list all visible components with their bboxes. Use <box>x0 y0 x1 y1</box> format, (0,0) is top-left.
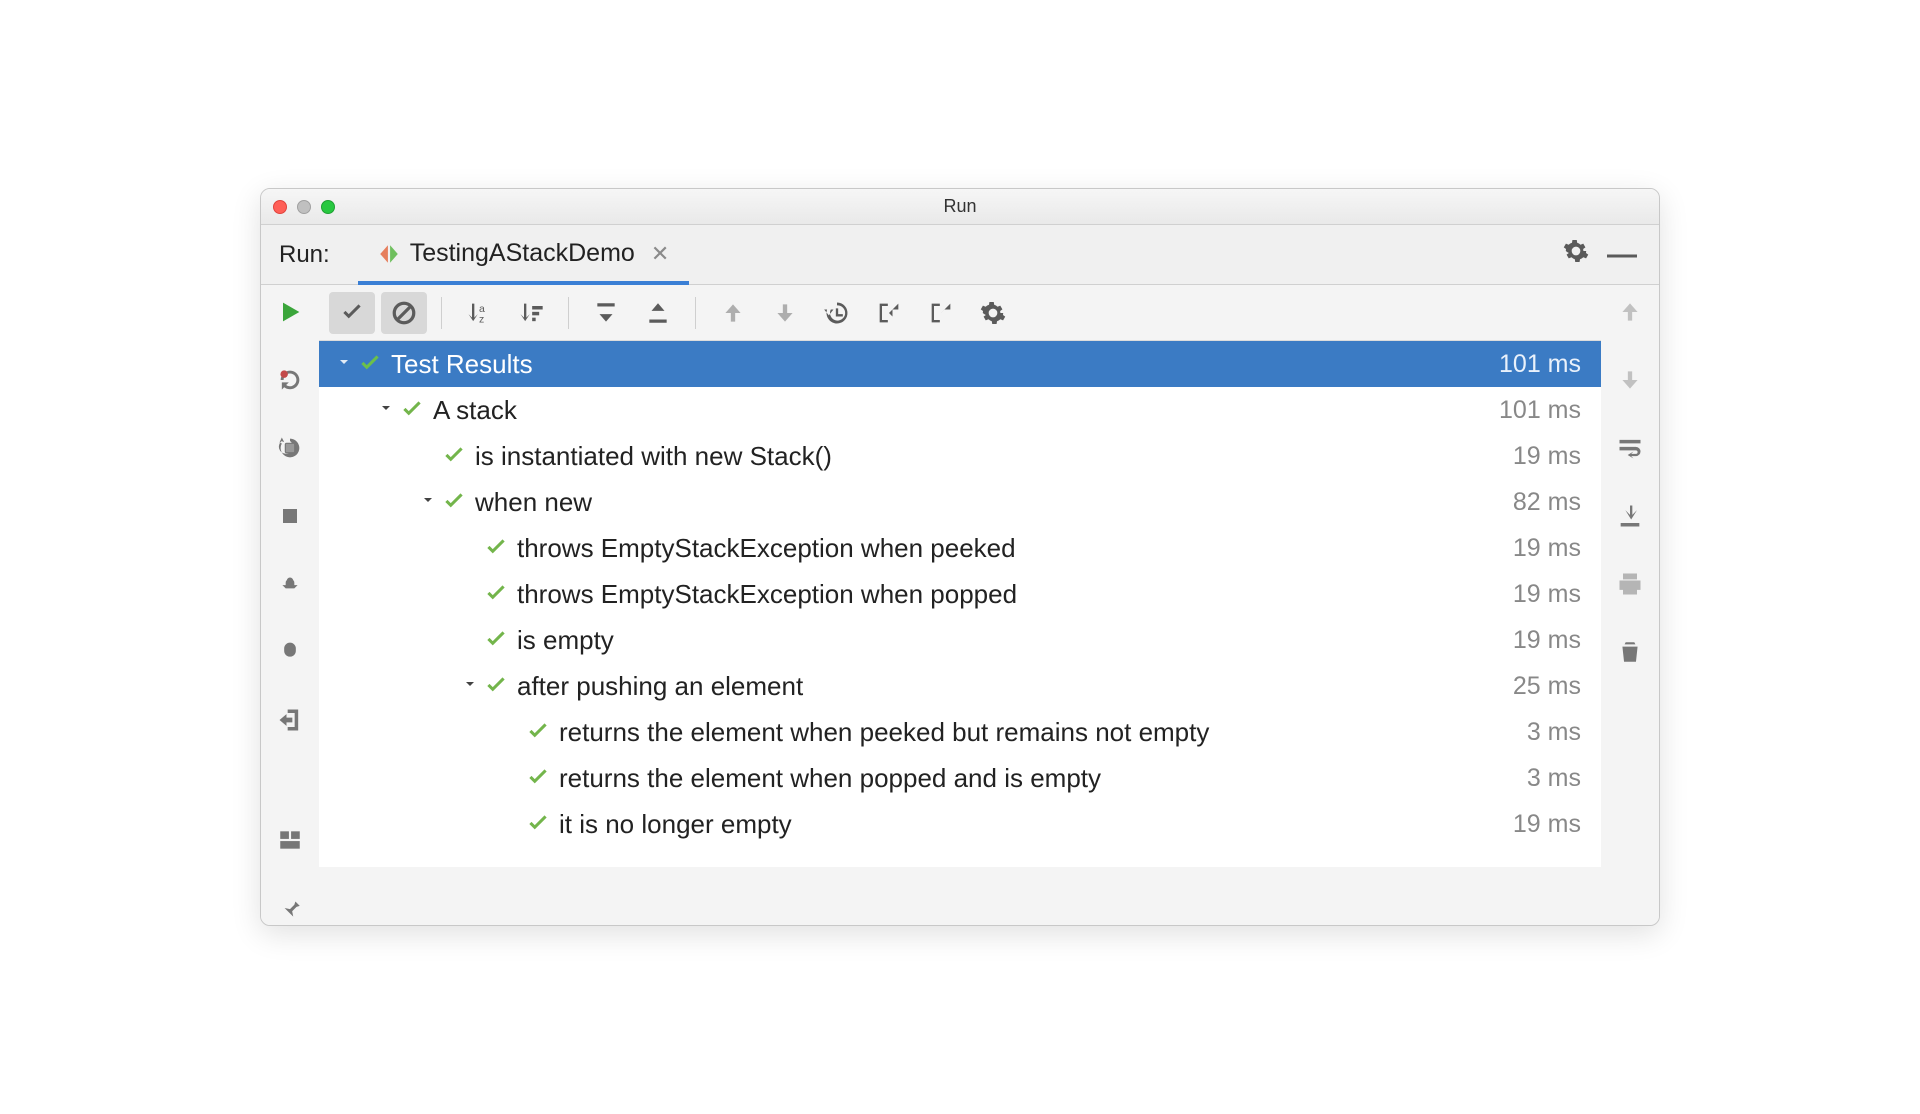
pass-check-icon <box>525 719 551 745</box>
test-node[interactable]: throws EmptyStackException when peeked19… <box>319 525 1601 571</box>
test-node[interactable]: returns the element when peeked but rema… <box>319 709 1601 755</box>
pass-check-icon <box>483 581 509 607</box>
run-header: Run: TestingAStackDemo ✕ — <box>261 225 1659 285</box>
sort-alpha-button[interactable]: az <box>456 292 502 334</box>
test-label: after pushing an element <box>517 671 1513 702</box>
test-node[interactable]: returns the element when popped and is e… <box>319 755 1601 801</box>
soft-wrap-button[interactable] <box>1610 431 1650 465</box>
expand-arrow-icon[interactable] <box>373 400 399 421</box>
minimize-window-button[interactable] <box>297 200 311 214</box>
pass-check-icon <box>357 351 383 377</box>
run-config-tab[interactable]: TestingAStackDemo ✕ <box>358 226 690 285</box>
pass-check-icon <box>441 443 467 469</box>
results-toolbar: az <box>319 285 1601 341</box>
test-label: returns the element when popped and is e… <box>559 763 1527 794</box>
sort-duration-button[interactable] <box>508 292 554 334</box>
run-tool-window: Run Run: TestingAStackDemo ✕ — <box>260 188 1660 926</box>
test-label: returns the element when peeked but rema… <box>559 717 1527 748</box>
pass-check-icon <box>483 535 509 561</box>
test-duration: 19 ms <box>1513 580 1581 609</box>
run-body: az <box>261 285 1659 925</box>
test-label: it is no longer empty <box>559 809 1513 840</box>
test-label: is empty <box>517 625 1513 656</box>
test-duration: 101 ms <box>1499 396 1581 425</box>
show-passed-button[interactable] <box>329 292 375 334</box>
next-failed-button[interactable] <box>762 292 808 334</box>
test-label: Test Results <box>391 349 1499 380</box>
run-config-icon <box>378 243 400 265</box>
zoom-window-button[interactable] <box>321 200 335 214</box>
run-label: Run: <box>279 241 330 269</box>
hide-tool-window-icon[interactable]: — <box>1607 238 1637 272</box>
print-button[interactable] <box>1610 567 1650 601</box>
test-results-tree[interactable]: Test Results101 msA stack101 msis instan… <box>319 341 1601 867</box>
window-titlebar: Run <box>261 189 1659 225</box>
test-duration: 19 ms <box>1513 442 1581 471</box>
test-duration: 82 ms <box>1513 488 1581 517</box>
collapse-all-button[interactable] <box>635 292 681 334</box>
toggle-break-button[interactable] <box>270 363 310 397</box>
test-label: when new <box>475 487 1513 518</box>
test-node[interactable]: when new82 ms <box>319 479 1601 525</box>
pass-check-icon <box>483 673 509 699</box>
test-node[interactable]: after pushing an element25 ms <box>319 663 1601 709</box>
left-toolbar <box>261 285 319 925</box>
test-duration: 19 ms <box>1513 626 1581 655</box>
exit-button[interactable] <box>270 703 310 737</box>
test-runner-settings-button[interactable] <box>970 292 1016 334</box>
test-node[interactable]: it is no longer empty19 ms <box>319 801 1601 847</box>
expand-arrow-icon[interactable] <box>415 492 441 513</box>
test-duration: 19 ms <box>1513 534 1581 563</box>
scroll-up-button[interactable] <box>1610 295 1650 329</box>
dump-threads-button[interactable] <box>270 567 310 601</box>
test-node[interactable]: throws EmptyStackException when popped19… <box>319 571 1601 617</box>
test-duration: 25 ms <box>1513 672 1581 701</box>
clear-all-button[interactable] <box>1610 635 1650 669</box>
test-label: A stack <box>433 395 1499 426</box>
prev-failed-button[interactable] <box>710 292 756 334</box>
test-label: is instantiated with new Stack() <box>475 441 1513 472</box>
run-config-name: TestingAStackDemo <box>410 239 635 268</box>
close-tab-icon[interactable]: ✕ <box>651 241 669 267</box>
test-results-root[interactable]: Test Results101 ms <box>319 341 1601 387</box>
test-duration: 101 ms <box>1499 350 1581 379</box>
svg-text:z: z <box>479 313 484 325</box>
scroll-down-button[interactable] <box>1610 363 1650 397</box>
test-duration: 19 ms <box>1513 810 1581 839</box>
stop-button[interactable] <box>270 499 310 533</box>
test-duration: 3 ms <box>1527 718 1581 747</box>
debug-button[interactable] <box>270 635 310 669</box>
center-panel: az <box>319 285 1601 925</box>
pass-check-icon <box>483 627 509 653</box>
settings-icon[interactable] <box>1563 238 1589 271</box>
expand-arrow-icon[interactable] <box>457 676 483 697</box>
test-label: throws EmptyStackException when popped <box>517 579 1513 610</box>
pass-check-icon <box>525 765 551 791</box>
rerun-failed-button[interactable] <box>270 431 310 465</box>
test-history-button[interactable] <box>814 292 860 334</box>
test-label: throws EmptyStackException when peeked <box>517 533 1513 564</box>
import-tests-button[interactable] <box>866 292 912 334</box>
layout-button[interactable] <box>270 823 310 857</box>
window-controls <box>273 200 335 214</box>
pin-button[interactable] <box>270 891 310 925</box>
pass-check-icon <box>441 489 467 515</box>
test-node[interactable]: A stack101 ms <box>319 387 1601 433</box>
pass-check-icon <box>525 811 551 837</box>
scroll-to-end-button[interactable] <box>1610 499 1650 533</box>
test-node[interactable]: is instantiated with new Stack()19 ms <box>319 433 1601 479</box>
expand-all-button[interactable] <box>583 292 629 334</box>
test-node[interactable]: is empty19 ms <box>319 617 1601 663</box>
test-duration: 3 ms <box>1527 764 1581 793</box>
expand-arrow-icon[interactable] <box>331 354 357 375</box>
close-window-button[interactable] <box>273 200 287 214</box>
pass-check-icon <box>399 397 425 423</box>
show-ignored-button[interactable] <box>381 292 427 334</box>
right-toolbar <box>1601 285 1659 925</box>
rerun-button[interactable] <box>270 295 310 329</box>
export-tests-button[interactable] <box>918 292 964 334</box>
window-title: Run <box>943 196 976 217</box>
